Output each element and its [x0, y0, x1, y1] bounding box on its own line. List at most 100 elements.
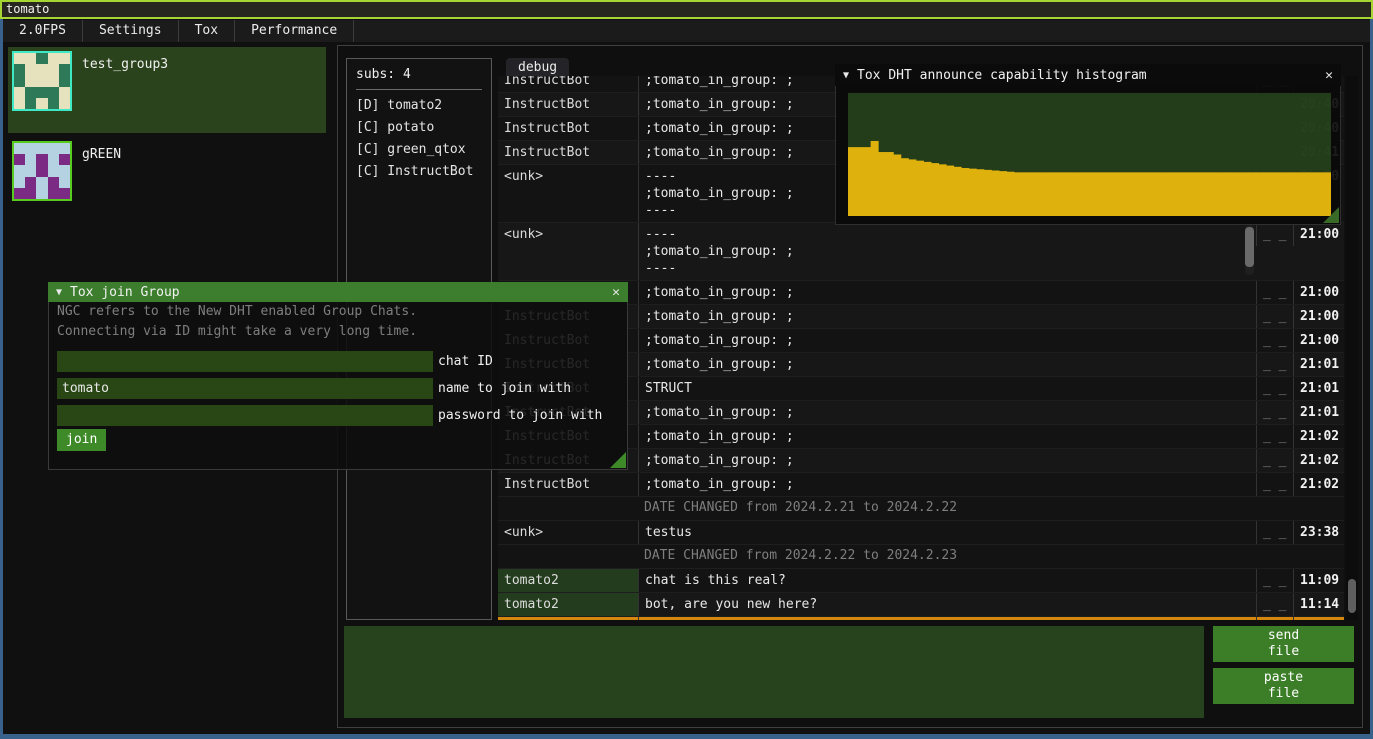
- delivery-indicator: _ _: [1256, 305, 1293, 328]
- sender-name[interactable]: InstructBot: [498, 141, 638, 164]
- avatar-pixel: [48, 75, 59, 86]
- avatar-pixel: [14, 177, 25, 188]
- subs-list: [D] tomato2[C] potato[C] green_qtox[C] I…: [356, 95, 482, 183]
- message-text: testus: [638, 521, 1256, 544]
- avatar-pixel: [25, 154, 36, 165]
- chat-message-row[interactable]: InstructBotNo, I've been in this group f…: [498, 617, 1344, 620]
- join-input-password-to-join-with[interactable]: [57, 405, 433, 426]
- date-changed-text: DATE CHANGED from 2024.2.21 to 2024.2.22: [638, 497, 1344, 519]
- chat-message-row[interactable]: <unk>testus_ _23:38: [498, 521, 1344, 545]
- timestamp: 21:02: [1293, 473, 1344, 496]
- chat-message-row[interactable]: tomato2bot, are you new here?_ _11:14: [498, 593, 1344, 617]
- app-window: tomato 2.0FPS SettingsToxPerformance tes…: [0, 0, 1373, 739]
- subs-member[interactable]: [C] green_qtox: [356, 139, 482, 161]
- message-text: bot, are you new here?: [638, 593, 1256, 616]
- message-text: STRUCT: [638, 377, 1256, 400]
- delivery-indicator: _ _: [1256, 401, 1293, 424]
- histogram-window: ▼ Tox DHT announce capability histogram …: [835, 64, 1341, 225]
- group-row-gREEN[interactable]: gREEN: [8, 137, 326, 223]
- histogram-resize-grip[interactable]: [1323, 207, 1339, 223]
- indicator-mark: _: [1263, 477, 1271, 492]
- menu-item-settings[interactable]: Settings: [83, 20, 179, 42]
- chat-message-row[interactable]: tomato2chat is this real?_ _11:09: [498, 569, 1344, 593]
- join-button[interactable]: join: [57, 429, 106, 451]
- avatar-pixel: [25, 143, 36, 154]
- subs-member[interactable]: [C] InstructBot: [356, 161, 482, 183]
- delivery-indicator: _ _: [1256, 521, 1293, 544]
- delivery-indicator: _ _: [1256, 593, 1293, 616]
- window-title: tomato: [6, 2, 49, 16]
- avatar-pixel: [14, 87, 25, 98]
- join-input-name-to-join-with[interactable]: [57, 378, 433, 399]
- indicator-mark: _: [1263, 285, 1271, 300]
- sender-name[interactable]: InstructBot: [498, 117, 638, 140]
- histogram-window-titlebar[interactable]: ▼ Tox DHT announce capability histogram …: [835, 64, 1341, 86]
- sender-name[interactable]: InstructBot: [498, 473, 638, 496]
- histogram-close-icon[interactable]: ✕: [1325, 68, 1333, 83]
- indicator-mark: _: [1271, 477, 1287, 492]
- sender-name[interactable]: tomato2: [498, 593, 638, 616]
- sender-name[interactable]: <unk>: [498, 165, 638, 188]
- avatar-pixel: [14, 98, 25, 109]
- collapse-arrow-icon[interactable]: ▼: [843, 70, 849, 81]
- message-cell-scrollbar[interactable]: [1245, 225, 1254, 275]
- avatar-pixel: [59, 64, 70, 75]
- message-compose-input[interactable]: [344, 626, 1204, 718]
- group-row-test_group3[interactable]: test_group3: [8, 47, 326, 133]
- join-dialog-resize-grip[interactable]: [610, 452, 626, 468]
- message-cell-scrollbar-thumb[interactable]: [1245, 227, 1254, 267]
- avatar-pixel: [14, 75, 25, 86]
- indicator-mark: _: [1263, 405, 1271, 420]
- chat-scrollbar[interactable]: [1346, 76, 1358, 620]
- subs-member[interactable]: [D] tomato2: [356, 95, 482, 117]
- subs-member[interactable]: [C] potato: [356, 117, 482, 139]
- indicator-mark: _: [1271, 381, 1287, 396]
- join-input-chat-ID[interactable]: [57, 351, 433, 372]
- avatar-pixel: [36, 143, 47, 154]
- avatar-pixel: [14, 64, 25, 75]
- delivery-indicator: _ _: [1256, 377, 1293, 400]
- avatar-pixel: [14, 188, 25, 199]
- join-group-dialog: ▼ Tox join Group ✕ NGC refers to the New…: [48, 282, 628, 470]
- indicator-mark: _: [1263, 453, 1271, 468]
- sender-name[interactable]: InstructBot: [498, 93, 638, 116]
- sender-name[interactable]: <unk>: [498, 223, 638, 246]
- sender-name[interactable]: <unk>: [498, 521, 638, 544]
- chat-message-row[interactable]: InstructBot;tomato_in_group: ; _ _ 21:02: [498, 473, 1344, 497]
- date-changed-row[interactable]: DATE CHANGED from 2024.2.22 to 2024.2.23: [498, 545, 1344, 569]
- indicator-mark: _: [1263, 429, 1271, 444]
- indicator-mark: _: [1263, 357, 1271, 372]
- join-dialog-titlebar[interactable]: ▼ Tox join Group ✕: [48, 282, 628, 302]
- tab-debug[interactable]: debug: [506, 58, 569, 78]
- delivery-indicator: d _: [1256, 617, 1293, 620]
- join-dialog-close-icon[interactable]: ✕: [612, 285, 620, 300]
- indicator-mark: _: [1271, 285, 1287, 300]
- avatar-pixel: [36, 53, 47, 64]
- date-changed-row[interactable]: DATE CHANGED from 2024.2.21 to 2024.2.22: [498, 497, 1344, 521]
- avatar-pixel: [59, 177, 70, 188]
- sender-name[interactable]: tomato2: [498, 569, 638, 592]
- menu-item-tox[interactable]: Tox: [179, 20, 235, 42]
- window-titlebar[interactable]: tomato: [0, 0, 1373, 19]
- timestamp: 21:01: [1293, 353, 1344, 376]
- chat-message-row[interactable]: <unk>---- ;tomato_in_group: ; ----_ _21:…: [498, 223, 1344, 281]
- message-text: ;tomato_in_group: ;: [638, 305, 1256, 328]
- histogram-window-title: Tox DHT announce capability histogram: [857, 68, 1147, 83]
- avatar-pixel: [48, 154, 59, 165]
- menu-item-performance[interactable]: Performance: [235, 20, 354, 42]
- avatar-pixel: [48, 143, 59, 154]
- send-file-button[interactable]: send file: [1213, 626, 1354, 662]
- timestamp: 21:00: [1293, 223, 1344, 246]
- subs-separator: [356, 89, 482, 90]
- group-avatar: [12, 141, 72, 201]
- avatar-pixel: [59, 87, 70, 98]
- sender-name[interactable]: InstructBot: [498, 617, 638, 620]
- collapse-arrow-icon[interactable]: ▼: [56, 287, 62, 298]
- paste-file-button[interactable]: paste file: [1213, 668, 1354, 704]
- sender-name[interactable]: InstructBot: [498, 76, 638, 92]
- message-text: ;tomato_in_group: ;: [638, 473, 1256, 496]
- chat-scrollbar-thumb[interactable]: [1348, 579, 1356, 613]
- timestamp: 21:01: [1293, 377, 1344, 400]
- indicator-mark: _: [1271, 525, 1287, 540]
- avatar-pixel: [36, 64, 47, 75]
